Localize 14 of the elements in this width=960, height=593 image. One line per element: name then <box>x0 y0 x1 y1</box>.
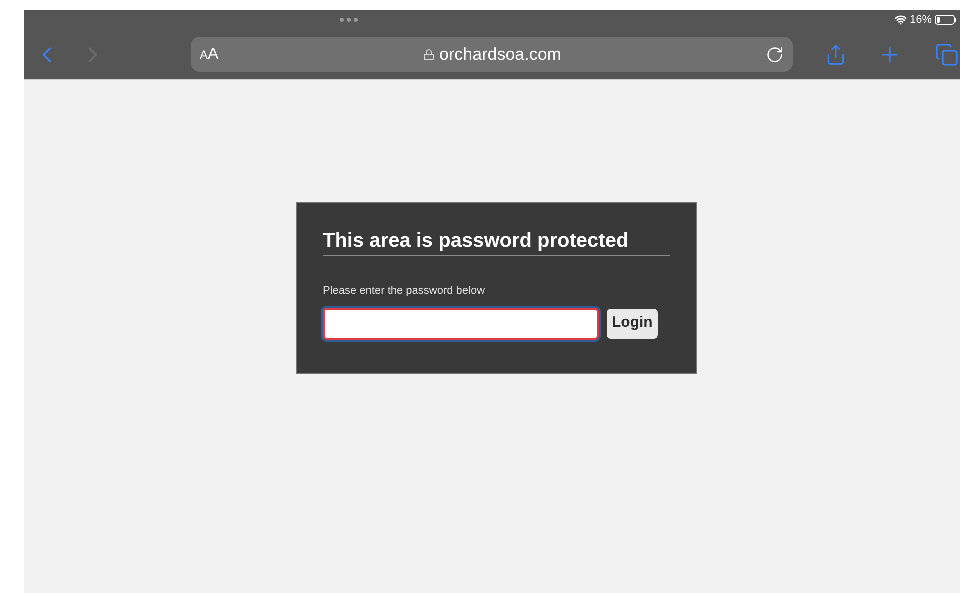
reload-icon[interactable] <box>766 46 784 64</box>
login-button[interactable]: Login <box>607 308 658 338</box>
url-text: orchardsoa.com <box>440 44 562 66</box>
prompt-text: Please enter the password below <box>323 284 486 299</box>
reader-text-size-button[interactable]: AA <box>200 42 260 66</box>
battery-icon <box>935 15 956 25</box>
multitask-dots-icon[interactable] <box>340 18 358 22</box>
wifi-icon <box>894 14 907 26</box>
share-icon[interactable] <box>825 44 847 66</box>
tabs-icon[interactable] <box>935 42 959 66</box>
address-bar[interactable]: AA orchardsoa.com <box>191 37 793 72</box>
battery-percentage: 16% <box>910 12 932 28</box>
card-title: This area is password protected <box>323 228 670 256</box>
password-field[interactable] <box>323 308 599 340</box>
